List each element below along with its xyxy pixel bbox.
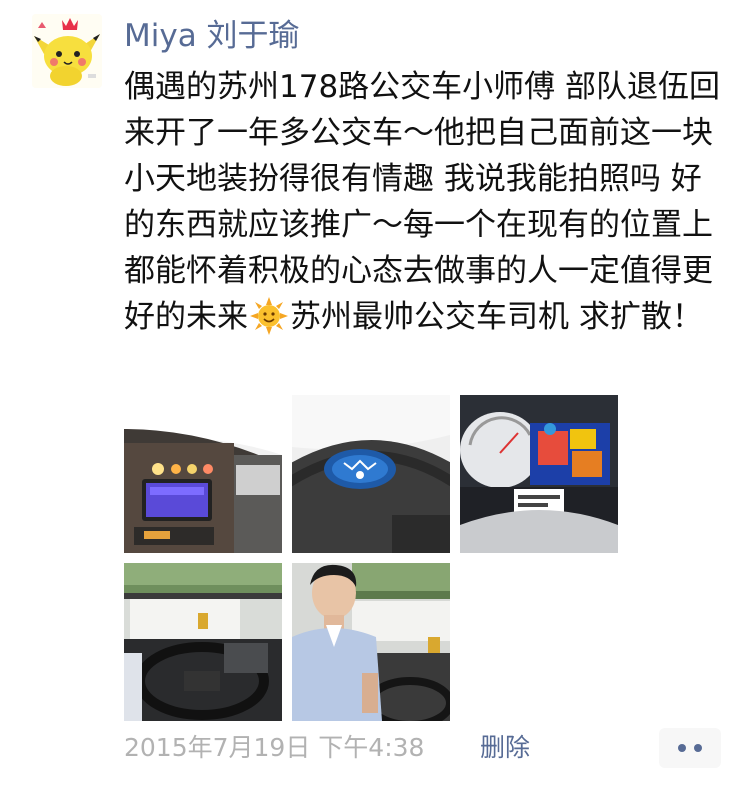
- post-text: 偶遇的苏州178路公交车小师傅 部队退伍回来开了一年多公交车～他把自己面前这一块…: [124, 64, 724, 340]
- dashboard-screen-photo[interactable]: [124, 395, 282, 553]
- sun-emoji-icon: [250, 297, 288, 335]
- pikachu-avatar-icon: [32, 14, 102, 88]
- more-dots-icon: [694, 744, 702, 752]
- more-dots-icon: [678, 744, 686, 752]
- author-name[interactable]: Miya 刘于瑜: [124, 14, 300, 58]
- steering-wheel-logo-photo[interactable]: [292, 395, 450, 553]
- more-button[interactable]: [659, 728, 721, 768]
- driver-seat-wheel-photo[interactable]: [124, 563, 282, 721]
- delete-button[interactable]: 删除: [480, 731, 530, 765]
- post-text-part-2: 苏州最帅公交车司机 求扩散！: [290, 299, 703, 335]
- bus-driver-portrait-photo[interactable]: [292, 563, 450, 721]
- post-timestamp: 2015年7月19日 下午4:38: [124, 733, 425, 762]
- speedometer-toys-photo[interactable]: [460, 395, 618, 553]
- post-text-part-1: 偶遇的苏州178路公交车小师傅 部队退伍回来开了一年多公交车～他把自己面前这一块…: [124, 69, 721, 335]
- avatar[interactable]: [32, 14, 102, 88]
